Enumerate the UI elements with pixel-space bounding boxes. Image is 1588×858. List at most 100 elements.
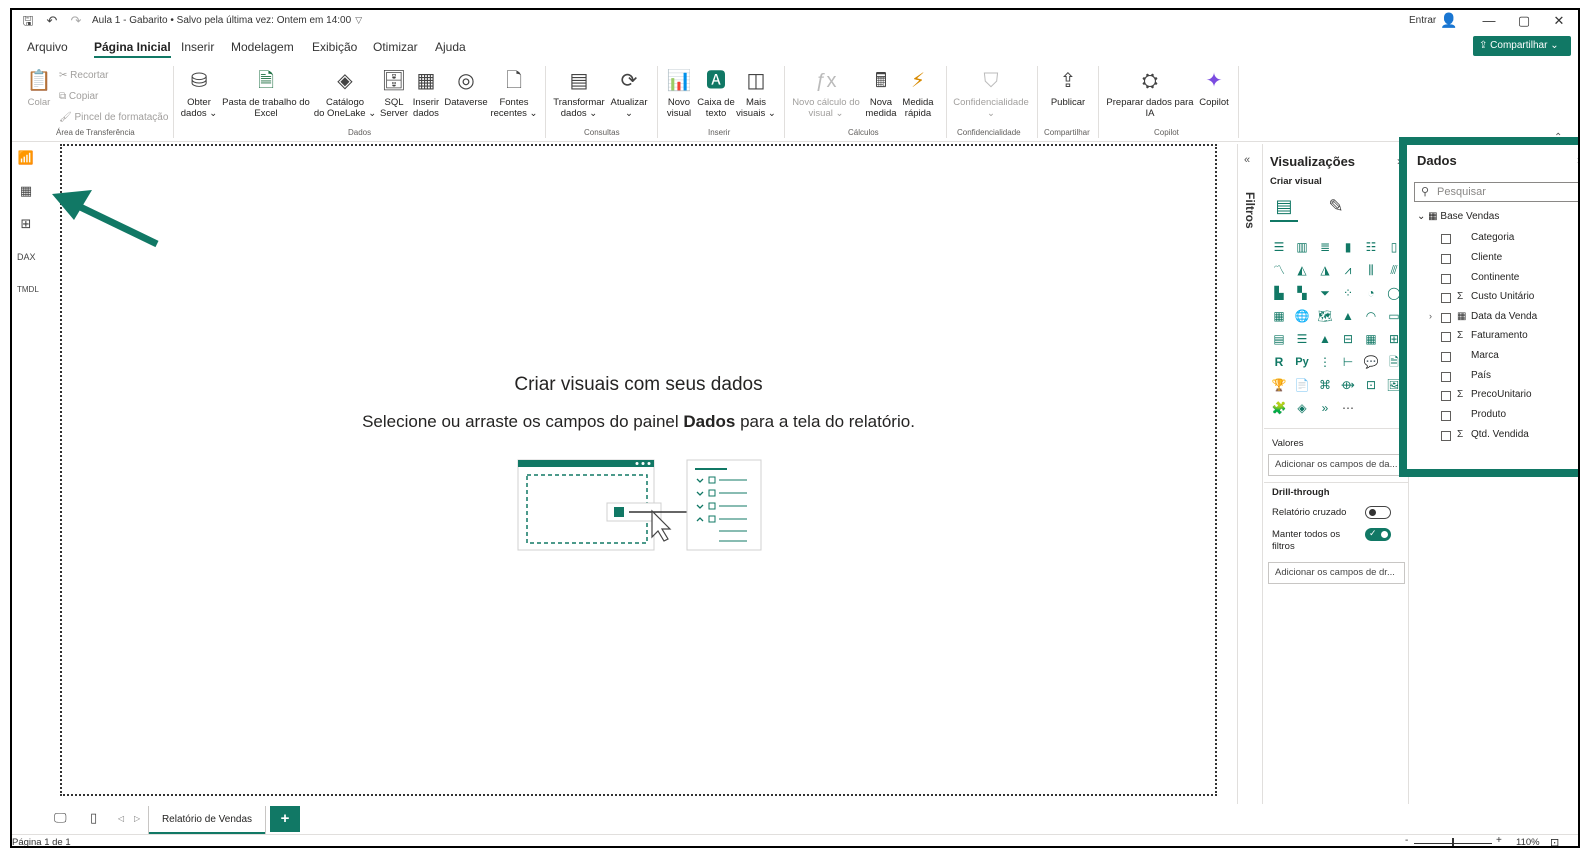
table-icon[interactable]: ▦ — [1362, 330, 1380, 348]
data-pane-collapse-icon[interactable]: » — [1577, 153, 1578, 167]
decomposition-tree-icon[interactable]: ⊢ — [1339, 353, 1357, 371]
tab-pagina-inicial[interactable]: Página Inicial — [94, 40, 171, 58]
clustered-bar-chart-icon[interactable]: ≣ — [1316, 238, 1334, 256]
pie-chart-icon[interactable]: ◔ — [1362, 284, 1380, 302]
table-view-icon[interactable]: ▦ — [17, 182, 35, 200]
sql-server-button[interactable]: 🗄 SQL Server — [379, 68, 409, 119]
recent-sources-button[interactable]: 🗋 Fontes recentes ⌄ — [490, 68, 538, 119]
dax-query-view-icon[interactable]: DAX — [17, 248, 36, 266]
qa-icon[interactable]: 💬 — [1362, 353, 1380, 371]
zoom-in-button[interactable]: + — [1496, 835, 1502, 846]
field-checkbox[interactable] — [1441, 254, 1451, 264]
zoom-slider-handle[interactable] — [1452, 838, 1454, 846]
transform-data-button[interactable]: ▤ Transformar dados ⌄ — [552, 68, 606, 119]
clustered-column-chart-icon[interactable]: ▮ — [1339, 238, 1357, 256]
kpi-icon[interactable]: ▲ — [1316, 330, 1334, 348]
build-visual-tab-icon[interactable]: ▤ — [1270, 196, 1298, 222]
mobile-layout-icon[interactable]: ▯ — [90, 810, 97, 826]
100-bar-chart-icon[interactable]: ☷ — [1362, 238, 1380, 256]
desktop-layout-icon[interactable]: 🖵 — [54, 810, 67, 826]
drill-through-drop-zone[interactable]: Adicionar os campos de dr... — [1268, 562, 1405, 584]
more-visuals-button[interactable]: ◫ Mais visuais ⌄ — [736, 68, 776, 119]
field-checkbox[interactable] — [1441, 411, 1451, 421]
tab-otimizar[interactable]: Otimizar — [373, 40, 418, 54]
power-apps-icon[interactable]: ⌘ — [1316, 376, 1334, 394]
tab-arquivo[interactable]: Arquivo — [27, 40, 68, 54]
format-visual-tab-icon[interactable]: ✎ — [1322, 196, 1350, 222]
prepare-data-ai-button[interactable]: ⛭ Preparar dados para IA — [1104, 68, 1196, 119]
azure-map-icon[interactable]: ▲ — [1339, 307, 1357, 325]
minimize-button[interactable]: — — [1474, 11, 1504, 31]
add-page-button[interactable]: + — [270, 806, 300, 832]
power-automate-icon[interactable]: ⟴ — [1339, 376, 1357, 394]
prev-page-icon[interactable]: ◁ — [118, 814, 124, 823]
r-visual-icon[interactable]: R — [1270, 353, 1288, 371]
copilot-button[interactable]: ✦ Copilot — [1196, 68, 1232, 108]
line-chart-icon[interactable]: 〽 — [1270, 261, 1288, 279]
tmdl-view-icon[interactable]: TMDL — [17, 281, 39, 299]
sensitivity-button[interactable]: ⛉ Confidencialidade ⌄ — [950, 68, 1032, 119]
chevron-visual-icon[interactable]: » — [1316, 399, 1334, 417]
report-canvas[interactable]: Criar visuais com seus dados Selecione o… — [60, 144, 1217, 796]
paste-button[interactable]: 📋 Colar — [24, 68, 54, 108]
title-dropdown-icon[interactable]: ▽ — [355, 15, 362, 25]
cross-report-toggle[interactable] — [1365, 506, 1391, 519]
cut-button[interactable]: ✂ Recortar — [59, 70, 109, 81]
data-search-input[interactable]: ⚲ Pesquisar — [1414, 182, 1578, 202]
field-checkbox[interactable] — [1441, 332, 1451, 342]
zoom-out-button[interactable]: - — [1405, 835, 1408, 846]
new-measure-button[interactable]: 🖩 Nova medida — [864, 68, 898, 119]
key-influencers-icon[interactable]: ⋮ — [1316, 353, 1334, 371]
field-checkbox[interactable] — [1441, 391, 1451, 401]
tab-inserir[interactable]: Inserir — [181, 40, 214, 54]
redo-icon[interactable]: ↷ — [68, 13, 84, 29]
stacked-column-chart-icon[interactable]: ▥ — [1293, 238, 1311, 256]
tab-ajuda[interactable]: Ajuda — [435, 40, 466, 54]
goals-icon[interactable]: 🏆 — [1270, 376, 1288, 394]
new-visual-calc-button[interactable]: ƒx Novo cálculo do visual ⌄ — [790, 68, 862, 119]
format-painter-button[interactable]: 🖌 Pincel de formatação — [59, 112, 168, 123]
kpi-card-icon[interactable]: ▤ — [1270, 330, 1288, 348]
report-view-icon[interactable]: 📶 — [17, 149, 35, 167]
funnel-chart-icon[interactable]: ⏷ — [1316, 284, 1334, 302]
user-icon[interactable]: 👤 — [1440, 12, 1457, 29]
multi-row-card-icon[interactable]: ☰ — [1293, 330, 1311, 348]
text-box-button[interactable]: 🅰 Caixa de texto — [696, 68, 736, 119]
copy-button[interactable]: ⧉ Copiar — [59, 91, 98, 102]
filled-map-icon[interactable]: 🗺 — [1316, 307, 1334, 325]
field-checkbox[interactable] — [1441, 431, 1451, 441]
more-visuals-icon[interactable]: ⋯ — [1339, 399, 1357, 417]
field-checkbox[interactable] — [1441, 372, 1451, 382]
line-column-chart-icon[interactable]: ⫼ — [1362, 261, 1380, 279]
field-checkbox[interactable] — [1441, 313, 1451, 323]
field-checkbox[interactable] — [1441, 293, 1451, 303]
stacked-bar-chart-icon[interactable]: ☰ — [1270, 238, 1288, 256]
page-tab-relatorio-de-vendas[interactable]: Relatório de Vendas — [148, 806, 266, 834]
next-page-icon[interactable]: ▷ — [134, 814, 140, 823]
ribbon-chart-icon[interactable]: ⩘ — [1339, 261, 1357, 279]
tab-exibicao[interactable]: Exibição — [312, 40, 357, 54]
stacked-area-chart-icon[interactable]: ◮ — [1316, 261, 1334, 279]
field-checkbox[interactable] — [1441, 234, 1451, 244]
gauge-icon[interactable]: ◠ — [1362, 307, 1380, 325]
paginated-report-icon[interactable]: 📄 — [1293, 376, 1311, 394]
new-visual-button[interactable]: 📊 Novo visual — [662, 68, 696, 119]
quick-measure-button[interactable]: ⚡ Medida rápida — [900, 68, 936, 119]
map-icon[interactable]: 🌐 — [1293, 307, 1311, 325]
scatter-chart-icon[interactable]: ⁘ — [1339, 284, 1357, 302]
keep-filters-toggle[interactable]: ✓ — [1365, 528, 1391, 541]
python-visual-icon[interactable]: Py — [1293, 353, 1311, 371]
slicer-icon[interactable]: ⊟ — [1339, 330, 1357, 348]
get-data-button[interactable]: ⛁ Obter dados ⌄ — [180, 68, 218, 119]
custom-visual-icon[interactable]: 🧩 — [1270, 399, 1288, 417]
field-checkbox[interactable] — [1441, 274, 1451, 284]
metrics-icon[interactable]: ⊡ — [1362, 376, 1380, 394]
treemap-icon[interactable]: ▦ — [1270, 307, 1288, 325]
field-checkbox[interactable] — [1441, 352, 1451, 362]
enter-data-button[interactable]: ▦ Inserir dados — [410, 68, 442, 119]
share-button[interactable]: ⇪ Compartilhar ⌄ — [1473, 36, 1571, 56]
maximize-button[interactable]: ▢ — [1509, 11, 1539, 31]
collapse-filters-icon[interactable]: « — [1244, 154, 1250, 166]
save-icon[interactable]: 🖫 — [20, 13, 36, 29]
chevron-right-icon[interactable]: › — [1429, 311, 1432, 321]
